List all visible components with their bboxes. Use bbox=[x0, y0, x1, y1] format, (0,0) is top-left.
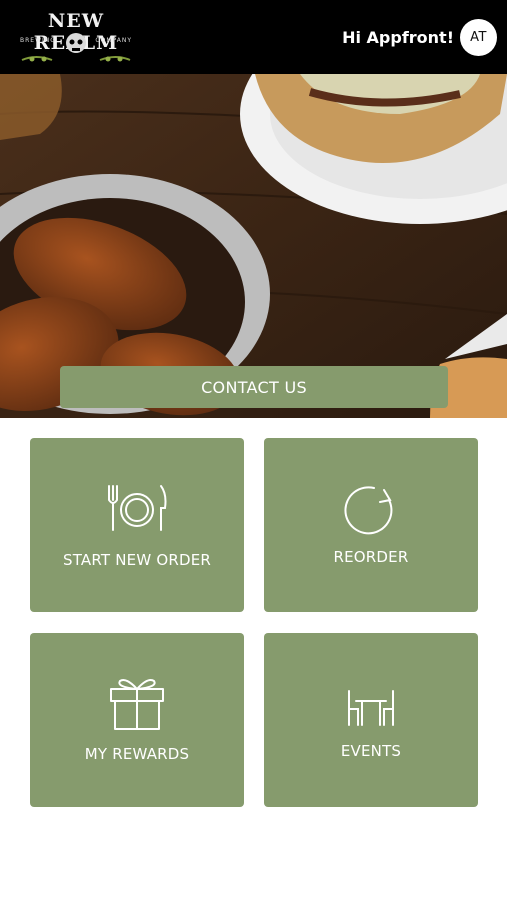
events-label: EVENTS bbox=[340, 742, 402, 760]
start-new-order-tile[interactable]: START NEW ORDER bbox=[30, 438, 244, 612]
contact-us-button[interactable]: CONTACT US bbox=[60, 366, 448, 408]
refresh-icon bbox=[344, 486, 393, 535]
brand-subtitle-right: COMPANY bbox=[95, 37, 132, 44]
reorder-label: REORDER bbox=[333, 548, 409, 566]
reorder-tile[interactable]: REORDER bbox=[264, 438, 478, 612]
user-avatar[interactable]: AT bbox=[460, 19, 497, 56]
brand-subtitle-left: BREWING bbox=[20, 37, 56, 44]
user-greeting: Hi Appfront! bbox=[342, 28, 454, 47]
start-new-order-label: START NEW ORDER bbox=[62, 551, 212, 569]
my-rewards-tile[interactable]: MY REWARDS bbox=[30, 633, 244, 807]
app-header: NEW REALM BREWING COMPANY Hi Appfront! A… bbox=[0, 0, 507, 74]
brand-logo[interactable]: NEW REALM BREWING COMPANY bbox=[18, 10, 134, 66]
utensils-plate-icon bbox=[108, 485, 167, 531]
events-tile[interactable]: EVENTS bbox=[264, 633, 478, 807]
my-rewards-label: MY REWARDS bbox=[84, 745, 190, 763]
gift-icon bbox=[110, 679, 164, 730]
hops-decoration-icon bbox=[21, 56, 131, 62]
table-chairs-icon bbox=[348, 690, 394, 726]
